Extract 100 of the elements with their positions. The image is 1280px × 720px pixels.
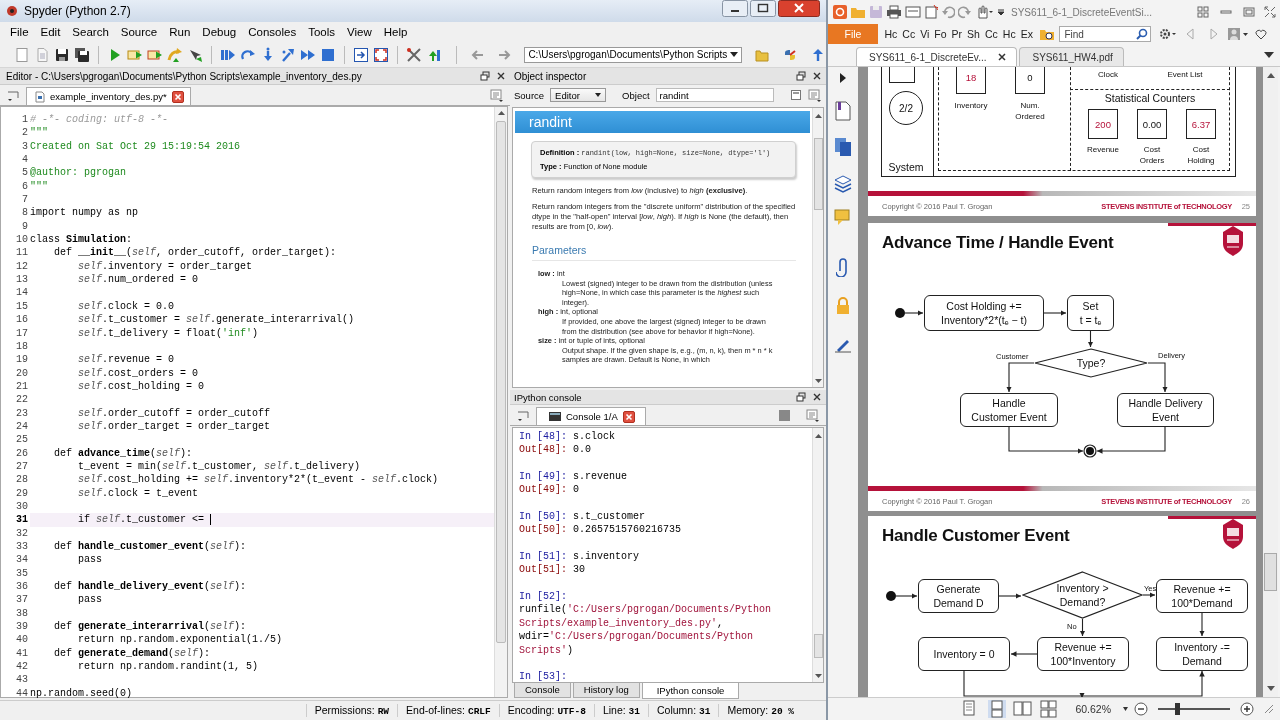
ribbon-tab[interactable]: Fo [931, 28, 950, 40]
code-line: @author: pgrogan [30, 166, 127, 180]
console-line: Out[48]: 0.0 [519, 443, 593, 457]
pane-title: IPython console [514, 391, 583, 403]
console-tab[interactable]: Console 1/A [536, 407, 646, 425]
value-label: Num. Ordered [1014, 101, 1046, 122]
ribbon-tab[interactable]: Ex [1018, 28, 1036, 40]
editor-tab[interactable]: example_inventory_des.py* [26, 87, 191, 105]
status-item: Column: 31 [648, 704, 719, 717]
console-line: wdir='C:/Users/pgrogan/Documents/Python [519, 630, 755, 644]
code-line: t_event = min(self.t_customer, self.t_delivery) [77, 459, 362, 474]
code-line: pass [77, 593, 103, 607]
pane-tab[interactable]: Console [514, 683, 571, 698]
flowchart-box: Revenue += 100*Inventory [1037, 637, 1129, 671]
line-number: 37 [15, 593, 29, 607]
value-box: 18 [956, 67, 986, 94]
code-line: self.num_ordered = 0 [77, 273, 200, 287]
console-line: In [52]: [519, 590, 568, 604]
line-number: 1 [21, 113, 29, 127]
line-number: 3 [21, 139, 29, 154]
flowchart-box: Inventory -= Demand [1156, 637, 1248, 671]
menu-item[interactable]: Consoles [242, 26, 303, 38]
line-number: 32 [15, 526, 29, 540]
line-number: 11 [15, 246, 29, 260]
menu-item[interactable]: Debug [196, 26, 243, 38]
console-line: In [50]: s.t_customer [519, 510, 647, 524]
menu-item[interactable]: Search [66, 26, 115, 38]
line-number: 21 [15, 379, 29, 394]
code-line: pass [77, 553, 103, 567]
console-line: Out[51]: 30 [519, 563, 587, 577]
code-line: return np.random.exponential(1./5) [77, 633, 284, 647]
menu-item[interactable]: View [341, 26, 378, 38]
line-number: 44 [15, 686, 29, 701]
source-dropdown[interactable]: Editor [550, 88, 607, 102]
pane-title: Editor - C:\Users\pgrogan\Documents\Python Scripts\example_inventory_des.py [6, 70, 363, 82]
line-number: 5 [21, 166, 29, 180]
code-line: self.clock = 0.0 [77, 299, 176, 314]
menu-item[interactable]: File [4, 26, 35, 38]
document-tab[interactable]: SYS611_6-1_DiscreteEv... [856, 47, 1018, 66]
flowchart-box: Revenue += 100*Demand [1156, 579, 1248, 613]
field-label: Object [622, 89, 650, 101]
code-line: def generate_interarrival(self): [53, 620, 248, 634]
menu-item[interactable]: Help [377, 26, 414, 38]
code-line: self.cost_orders = 0 [77, 366, 200, 380]
line-number: 40 [15, 633, 29, 647]
ribbon-tab[interactable]: Hc [1000, 28, 1019, 40]
object-field[interactable]: randint [655, 88, 774, 102]
pane-tab[interactable]: History log [572, 683, 640, 698]
ribbon-tab[interactable]: Pr [949, 28, 965, 40]
line-number: 36 [15, 580, 29, 594]
line-number: 35 [15, 566, 29, 581]
code-line: self.inventory = order_target [77, 259, 254, 274]
ribbon-tab[interactable]: Cc [899, 28, 918, 40]
line-number: 2 [21, 126, 29, 140]
value-box: 0.00 [1137, 109, 1167, 139]
path-combobox[interactable]: C:\Users\pgrogan\Documents\Python Scripts [524, 46, 742, 63]
code-line: def handle_customer_event(self): [53, 540, 248, 554]
status-item: Line: 31 [593, 704, 648, 717]
flowchart-box: Cost Holding += Inventory*2*(tₑ − t) [924, 295, 1044, 331]
line-number: 43 [15, 673, 29, 687]
status-item: End-of-lines: CRLF [397, 704, 499, 717]
system-label: System [888, 162, 924, 173]
line-number: 25 [15, 433, 29, 447]
ribbon-tab[interactable]: Sh [964, 28, 983, 40]
status-item: Permissions: RW [305, 704, 398, 717]
value-box: 6.37 [1186, 109, 1216, 139]
find-field[interactable]: Find [1059, 26, 1152, 42]
pane-title: Object inspector [514, 70, 588, 82]
console-line: In [49]: s.revenue [519, 470, 629, 484]
field-label: Source [514, 89, 545, 101]
console-line: Scripts') [519, 643, 575, 657]
code-line: def advance_time(self): [53, 446, 194, 460]
menu-item[interactable]: Source [114, 26, 164, 38]
line-number: 42 [15, 660, 29, 674]
menu-item[interactable]: Edit [34, 26, 67, 38]
code-line: Created on Sat Oct 29 15:19:54 2016 [30, 139, 242, 154]
ribbon-tab[interactable]: Vi [917, 28, 932, 40]
section-heading: Parameters [532, 244, 796, 261]
line-number: 12 [15, 259, 29, 274]
code-line: self.cost_holding += self.inventory*2*(t_event - self.clock) [77, 473, 440, 487]
flowchart-box: Set t = tₑ [1067, 295, 1114, 331]
document-tab[interactable]: SYS611_HW4.pdf [1019, 47, 1124, 66]
decision-diamond: Inventory > Demand? [1022, 571, 1143, 619]
line-number: 39 [15, 620, 29, 634]
menu-item[interactable]: Run [163, 26, 197, 38]
line-number: 16 [15, 313, 29, 327]
value-label: Cost Holding [1186, 145, 1216, 166]
line-number: 27 [15, 459, 29, 474]
flowchart-box: Generate Demand D [918, 579, 999, 613]
value-label: Revenue [1086, 145, 1120, 156]
line-number: 34 [15, 553, 29, 567]
ribbon-tab[interactable]: Hc [882, 28, 900, 40]
code-line: self.clock = t_event [77, 486, 200, 500]
ribbon-tab[interactable]: Cc [982, 28, 1001, 40]
line-number: 26 [15, 446, 29, 460]
window-title: SYS611_6-1_DiscreteEventSi... [1011, 6, 1152, 18]
line-number: 30 [15, 499, 29, 514]
line-number: 7 [21, 193, 29, 207]
pane-tab[interactable]: IPython console [641, 683, 740, 699]
menu-item[interactable]: Tools [302, 26, 342, 38]
